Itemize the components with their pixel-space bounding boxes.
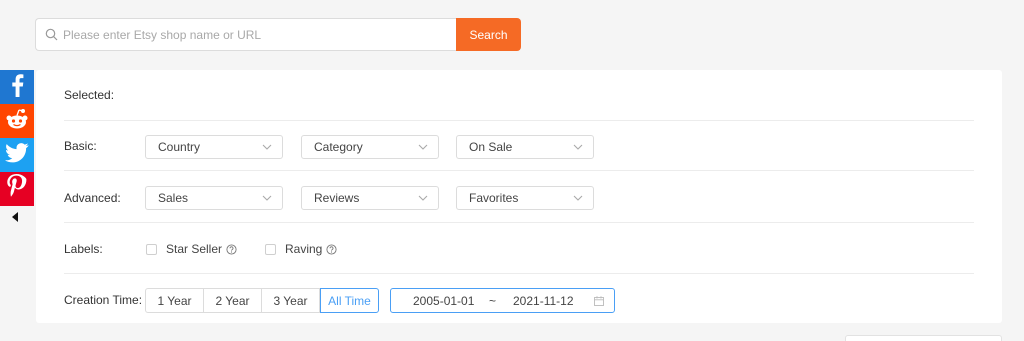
search-button[interactable]: Search [456,18,521,51]
favorites-select-value: Favorites [469,191,519,205]
search-icon [44,28,58,42]
star-seller-label: Star Seller [166,242,223,256]
reddit-share-button[interactable] [0,104,34,138]
labels-label: Labels: [64,242,103,256]
help-icon[interactable] [326,243,337,255]
chevron-down-icon [573,195,583,201]
collapse-social-arrow-icon[interactable] [12,212,18,222]
checkbox-box[interactable] [146,243,157,255]
pinterest-share-button[interactable] [0,172,34,206]
country-select[interactable]: Country [145,135,283,159]
filter-panel: Selected: Basic: Country Category On Sal… [36,70,1002,323]
on-sale-select[interactable]: On Sale [456,135,594,159]
favorites-select[interactable]: Favorites [456,186,594,210]
chevron-down-icon [262,195,272,201]
facebook-icon [9,73,25,102]
reviews-select-value: Reviews [314,191,360,205]
reddit-icon [4,108,30,135]
chevron-down-icon [573,144,583,150]
search-field[interactable] [35,18,456,51]
sales-select-value: Sales [158,191,189,205]
date-separator: ~ [489,293,497,308]
time-option-1-year[interactable]: 1 Year [145,288,204,313]
creation-time-segmented: 1 Year 2 Year 3 Year All Time [145,288,379,313]
date-to[interactable]: 2021-11-12 [513,294,574,308]
shop-search-bar: Search [35,18,521,51]
basic-label: Basic: [64,139,97,153]
raving-checkbox[interactable]: Raving [265,242,337,256]
twitter-share-button[interactable] [0,138,34,172]
creation-time-label: Creation Time: [64,293,143,307]
raving-label: Raving [285,242,323,256]
divider [64,222,974,223]
category-select-value: Category [314,140,363,154]
divider [64,120,974,121]
date-from[interactable]: 2005-01-01 [413,294,474,308]
chevron-down-icon [262,144,272,150]
pinterest-icon [7,173,27,205]
calendar-icon [594,296,604,306]
search-input[interactable] [63,27,443,42]
help-icon[interactable] [226,243,237,255]
on-sale-select-value: On Sale [469,140,513,154]
time-option-3-year[interactable]: 3 Year [262,288,320,313]
social-share-bar [0,70,34,206]
chevron-down-icon [418,144,428,150]
divider [64,170,974,171]
divider [64,273,974,274]
time-option-all-time[interactable]: All Time [320,288,379,313]
category-select[interactable]: Category [301,135,439,159]
reviews-select[interactable]: Reviews [301,186,439,210]
twitter-icon [5,142,29,168]
chevron-down-icon [418,195,428,201]
advanced-label: Advanced: [64,191,121,205]
date-range-picker[interactable]: 2005-01-01 ~ 2021-11-12 [390,288,615,313]
sales-select[interactable]: Sales [145,186,283,210]
selected-label: Selected: [64,88,115,102]
partial-card [845,335,1002,341]
country-select-value: Country [158,140,201,154]
selected-row: Selected: [64,88,974,102]
star-seller-checkbox[interactable]: Star Seller [146,242,237,256]
facebook-share-button[interactable] [0,70,34,104]
time-option-2-year[interactable]: 2 Year [204,288,262,313]
checkbox-box[interactable] [265,243,276,255]
